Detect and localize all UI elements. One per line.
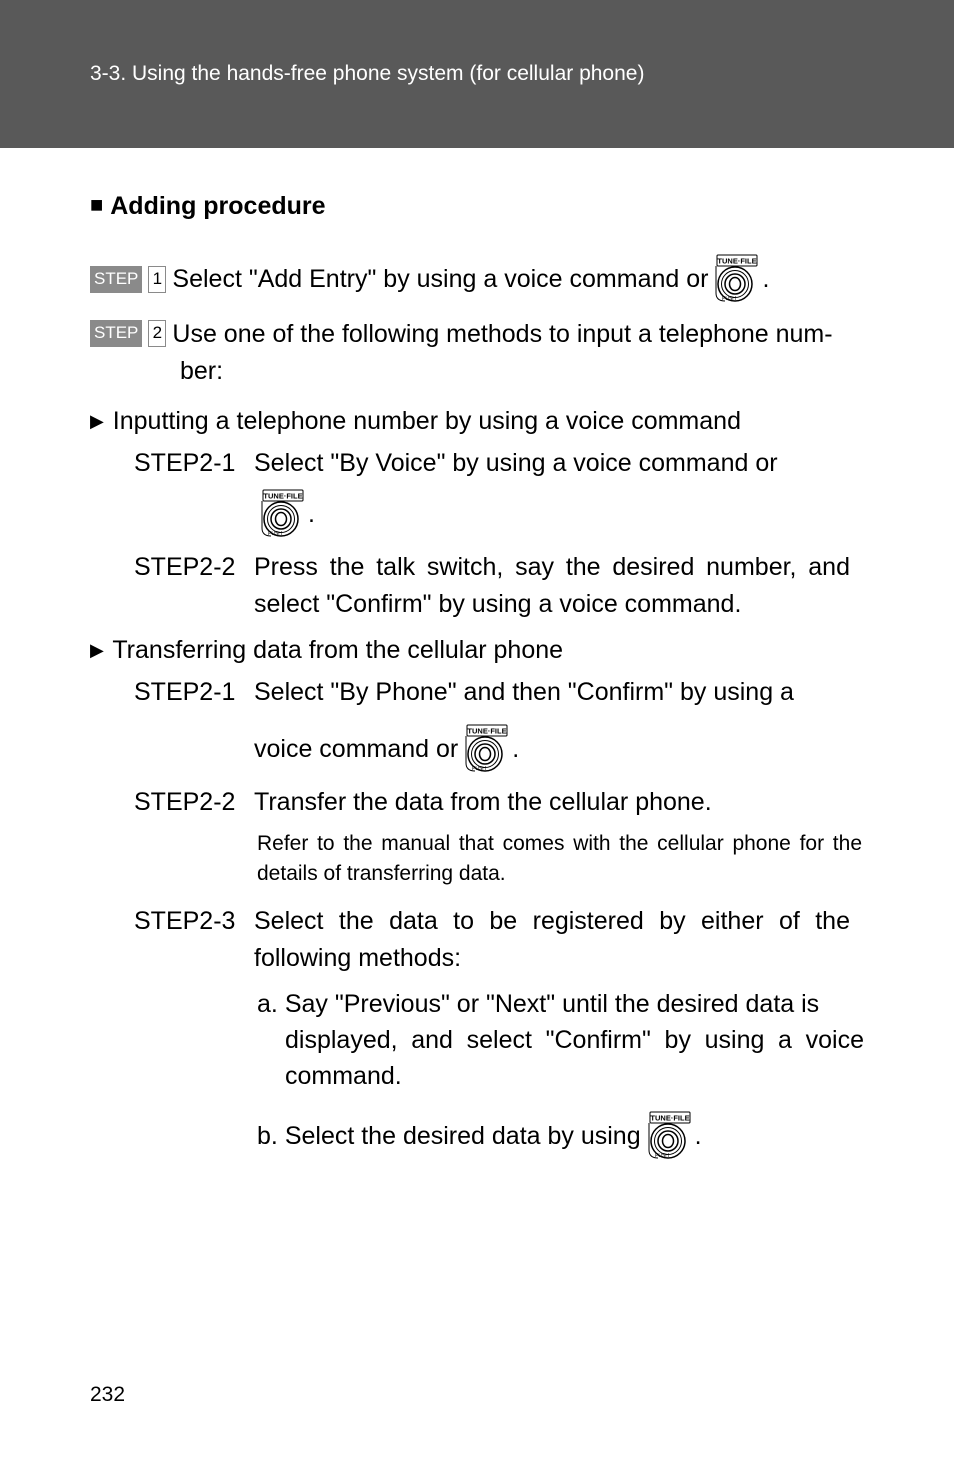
heading-text: Adding procedure bbox=[110, 192, 325, 220]
step-2-2-voice-text: Press the talk switch, say the desired n… bbox=[254, 549, 850, 622]
substep-label: STEP2-2 bbox=[134, 549, 254, 585]
step-badge: STEP bbox=[90, 320, 142, 347]
tune-dial-icon bbox=[258, 489, 304, 539]
period: . bbox=[308, 496, 315, 532]
step-2-2-phone: STEP2-2Transfer the data from the cellul… bbox=[90, 784, 864, 820]
tune-dial-icon bbox=[462, 724, 508, 774]
arrow-icon: ▶ bbox=[90, 408, 104, 434]
heading-square: ■ bbox=[90, 189, 103, 221]
step-2-1-phone: STEP2-1 Select "By Phone" and then "Conf… bbox=[90, 674, 864, 774]
option-a-label: a. bbox=[257, 990, 278, 1018]
step-2-2-voice: STEP2-2Press the talk switch, say the de… bbox=[90, 549, 864, 622]
phone-method-heading: ▶ Transferring data from the cellular ph… bbox=[90, 632, 864, 668]
option-a: a. Say "Previous" or "Next" until the de… bbox=[90, 986, 864, 1095]
substep-label: STEP2-1 bbox=[134, 674, 254, 710]
option-b: b. Select the desired data by using . bbox=[90, 1111, 864, 1161]
step-1-text: Select "Add Entry" by using a voice comm… bbox=[172, 261, 708, 297]
step-2-text: Use one of the following methods to inpu… bbox=[172, 320, 832, 348]
step-2-3-phone: STEP2-3Select the data to be registered … bbox=[90, 903, 864, 976]
voice-method-heading: ▶ Inputting a telephone number by using … bbox=[90, 403, 864, 439]
phone-method-text: Transferring data from the cellular phon… bbox=[112, 636, 563, 664]
step-2-2-phone-note: Refer to the manual that comes with the … bbox=[90, 829, 864, 890]
tune-dial-icon bbox=[712, 254, 758, 304]
substep-label: STEP2-3 bbox=[134, 903, 254, 939]
period: . bbox=[695, 1118, 702, 1154]
step-1-row: STEP1 Select "Add Entry" by using a voic… bbox=[90, 254, 864, 304]
option-a-text: Say "Previous" or "Next" until the desir… bbox=[285, 990, 819, 1018]
tune-dial-icon bbox=[645, 1111, 691, 1161]
period: . bbox=[512, 731, 519, 767]
substep-label: STEP2-2 bbox=[134, 784, 254, 820]
step-2-2-phone-text: Transfer the data from the cellular phon… bbox=[254, 784, 850, 820]
step-2-3-phone-text: Select the data to be registered by eith… bbox=[254, 903, 850, 976]
arrow-icon: ▶ bbox=[90, 637, 104, 663]
substep-label: STEP2-1 bbox=[134, 445, 254, 481]
substep-body: Select "By Voice" by using a voice comma… bbox=[254, 445, 850, 539]
option-b-label: b. bbox=[257, 1118, 278, 1154]
voice-method-text: Inputting a telephone number by using a … bbox=[113, 407, 741, 435]
section-header: 3-3. Using the hands-free phone system (… bbox=[0, 0, 954, 148]
step-number: 2 bbox=[148, 320, 166, 347]
step-2-1-voice: STEP2-1 Select "By Voice" by using a voi… bbox=[90, 445, 864, 539]
period: . bbox=[762, 261, 769, 297]
page-content: ■ Adding procedure STEP1 Select "Add Ent… bbox=[0, 148, 954, 1161]
step-number: 1 bbox=[148, 266, 166, 293]
step-2-1-phone-text-b: voice command or bbox=[254, 731, 458, 767]
option-a-text-cont: displayed, and select "Confirm" by using… bbox=[257, 1022, 864, 1095]
step-2-row: STEP2Use one of the following methods to… bbox=[90, 316, 864, 389]
procedure-heading: ■ Adding procedure bbox=[90, 188, 864, 224]
page-number: 232 bbox=[90, 1383, 125, 1407]
section-header-text: 3-3. Using the hands-free phone system (… bbox=[90, 62, 644, 86]
option-b-text: Select the desired data by using bbox=[285, 1118, 641, 1154]
step-badge: STEP bbox=[90, 266, 142, 293]
step-2-1-phone-text-a: Select "By Phone" and then "Confirm" by … bbox=[254, 678, 794, 706]
step-2-text-cont: ber: bbox=[90, 353, 864, 389]
substep-body: Select "By Phone" and then "Confirm" by … bbox=[254, 674, 850, 774]
step-2-1-voice-text: Select "By Voice" by using a voice comma… bbox=[254, 449, 778, 477]
